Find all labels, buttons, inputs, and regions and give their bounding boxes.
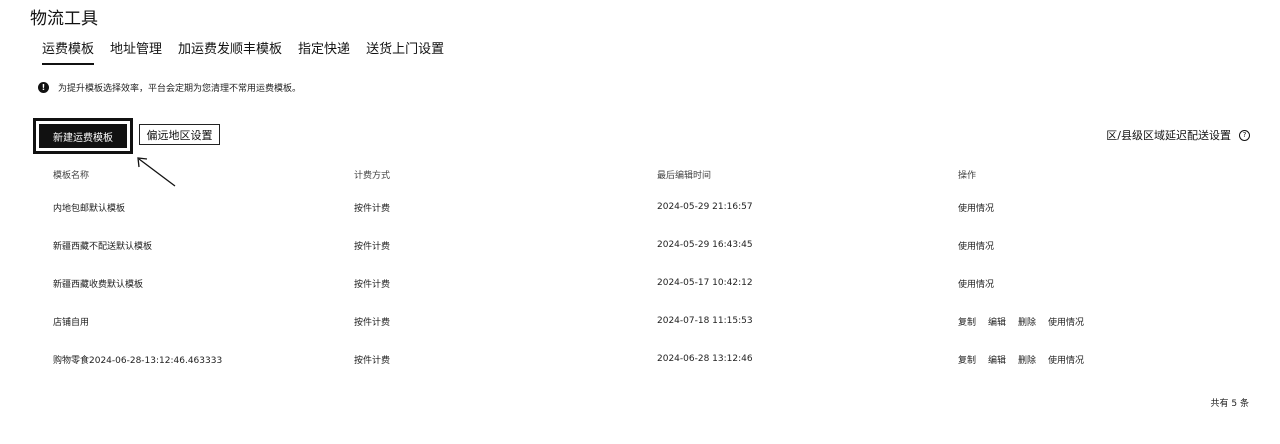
table-row: 店铺自用 按件计费 2024-07-18 11:15:53 复制 编辑 删除 使… <box>0 302 1280 340</box>
template-name: 店铺自用 <box>53 317 90 328</box>
template-name: 购物零食2024-06-28-13:12:46.463333 <box>53 355 223 366</box>
updated-time: 2024-05-29 16:43:45 <box>657 240 753 250</box>
header-name: 模板名称 <box>53 171 90 181</box>
page-title: 物流工具 <box>30 9 98 29</box>
total-count: 共有 5 条 <box>1210 399 1249 409</box>
table-row: 购物零食2024-06-28-13:12:46.463333 按件计费 2024… <box>0 340 1280 378</box>
tab-freight-template[interactable]: 运费模板 <box>42 38 95 65</box>
new-template-button[interactable]: 新建运费模板 <box>39 124 127 148</box>
edit-link[interactable]: 编辑 <box>988 353 1006 366</box>
copy-link[interactable]: 复制 <box>958 353 976 366</box>
billing-method: 按件计费 <box>354 279 391 290</box>
table-row: 新疆西藏不配送默认模板 按件计费 2024-05-29 16:43:45 使用情… <box>0 226 1280 264</box>
row-actions: 复制 编辑 删除 使用情况 <box>958 302 1084 340</box>
new-template-highlight: 新建运费模板 <box>33 118 133 154</box>
tab-address-management[interactable]: 地址管理 <box>110 38 162 63</box>
updated-time: 2024-05-29 21:16:57 <box>657 202 753 212</box>
tab-home-delivery-settings[interactable]: 送货上门设置 <box>366 38 444 63</box>
edit-link[interactable]: 编辑 <box>988 315 1006 328</box>
notice-text: 为提升模板选择效率，平台会定期为您清理不常用运费模板。 <box>58 84 302 94</box>
usage-link[interactable]: 使用情况 <box>1048 315 1084 328</box>
row-actions: 使用情况 <box>958 226 994 264</box>
template-table: 模板名称 计费方式 最后编辑时间 操作 内地包邮默认模板 按件计费 2024-0… <box>0 160 1280 378</box>
table-row: 内地包邮默认模板 按件计费 2024-05-29 21:16:57 使用情况 <box>0 188 1280 226</box>
table-header-row: 模板名称 计费方式 最后编辑时间 操作 <box>0 160 1280 188</box>
header-billing: 计费方式 <box>354 171 391 181</box>
notice-banner: ! 为提升模板选择效率，平台会定期为您清理不常用运费模板。 <box>38 81 301 94</box>
usage-link[interactable]: 使用情况 <box>958 201 994 214</box>
help-icon[interactable]: ? <box>1239 129 1250 141</box>
template-name: 新疆西藏收费默认模板 <box>53 279 144 290</box>
billing-method: 按件计费 <box>354 355 391 366</box>
billing-method: 按件计费 <box>354 317 391 328</box>
usage-link[interactable]: 使用情况 <box>958 239 994 252</box>
copy-link[interactable]: 复制 <box>958 315 976 328</box>
usage-link[interactable]: 使用情况 <box>1048 353 1084 366</box>
table-row: 新疆西藏收费默认模板 按件计费 2024-05-17 10:42:12 使用情况 <box>0 264 1280 302</box>
tab-designated-express[interactable]: 指定快递 <box>298 38 350 63</box>
billing-method: 按件计费 <box>354 203 391 214</box>
template-name: 内地包邮默认模板 <box>53 203 126 214</box>
billing-method: 按件计费 <box>354 241 391 252</box>
delete-link[interactable]: 删除 <box>1018 315 1036 328</box>
row-actions: 使用情况 <box>958 264 994 302</box>
tab-sf-freight-template[interactable]: 加运费发顺丰模板 <box>178 38 282 63</box>
region-delay-settings-label: 区/县级区域延迟配送设置 <box>1106 129 1231 142</box>
row-actions: 复制 编辑 删除 使用情况 <box>958 340 1084 378</box>
header-updated: 最后编辑时间 <box>657 171 712 181</box>
remote-area-settings-button[interactable]: 偏远地区设置 <box>139 124 220 145</box>
header-actions: 操作 <box>958 171 977 181</box>
row-actions: 使用情况 <box>958 188 994 226</box>
template-name: 新疆西藏不配送默认模板 <box>53 241 153 252</box>
delete-link[interactable]: 删除 <box>1018 353 1036 366</box>
usage-link[interactable]: 使用情况 <box>958 277 994 290</box>
tab-bar: 运费模板 地址管理 加运费发顺丰模板 指定快递 送货上门设置 <box>42 38 460 65</box>
alert-icon: ! <box>38 82 49 93</box>
updated-time: 2024-06-28 13:12:46 <box>657 354 753 364</box>
updated-time: 2024-05-17 10:42:12 <box>657 278 753 288</box>
updated-time: 2024-07-18 11:15:53 <box>657 316 753 326</box>
region-delay-settings-link[interactable]: 区/县级区域延迟配送设置 ? <box>1106 127 1250 143</box>
